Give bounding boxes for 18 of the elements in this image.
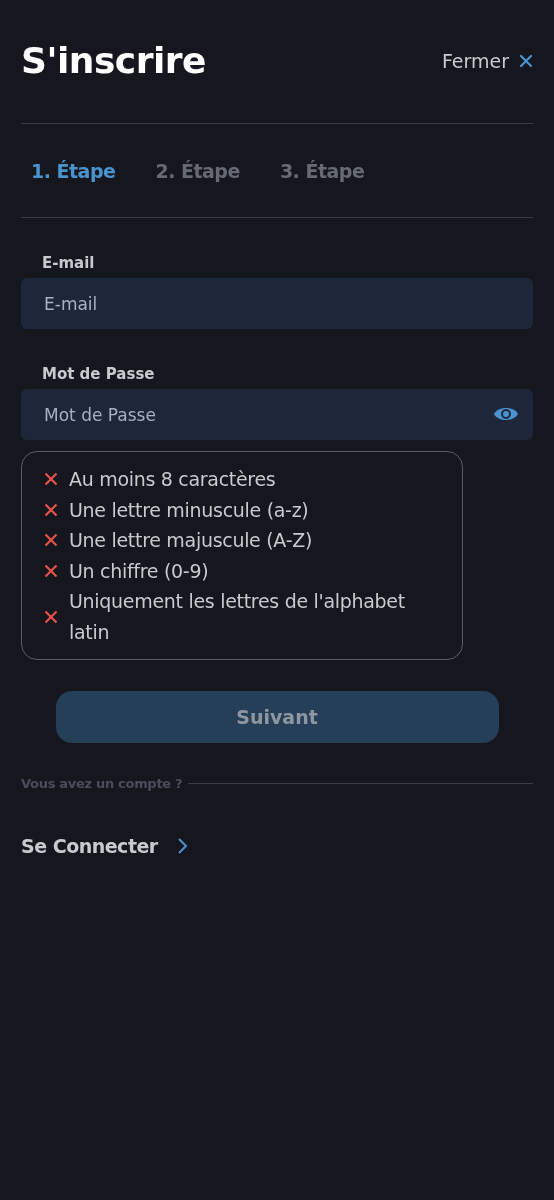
chevron-right-icon xyxy=(175,836,188,856)
email-field[interactable]: E-mail xyxy=(21,278,533,329)
close-icon xyxy=(519,53,533,68)
field-label: Mot de Passe xyxy=(42,365,156,383)
password-field[interactable]: Mot de Passe xyxy=(21,389,533,440)
close-button[interactable]: Fermer xyxy=(441,49,533,72)
page-title: S'inscrire xyxy=(21,40,206,81)
field-label: E-mail xyxy=(42,254,96,272)
rule-text: Un chiffre (0-9) xyxy=(69,558,209,584)
account-prompt: Vous avez un compte ? xyxy=(21,776,183,791)
step-tab[interactable]: 3. Étape xyxy=(279,159,365,182)
rule-text: Une lettre majuscule (A-Z) xyxy=(69,528,312,553)
rule-text: Uniquement les lettres de l'alphabet latin xyxy=(69,589,406,645)
step-tab[interactable]: 1. Étape xyxy=(31,159,116,182)
login-link[interactable]: Se Connecter xyxy=(21,835,188,857)
rule-text: Une lettre minuscule (a-z) xyxy=(69,497,309,523)
rule-text: Au moins 8 caractères xyxy=(69,467,276,492)
step-tab[interactable]: 2. Étape xyxy=(155,159,240,182)
